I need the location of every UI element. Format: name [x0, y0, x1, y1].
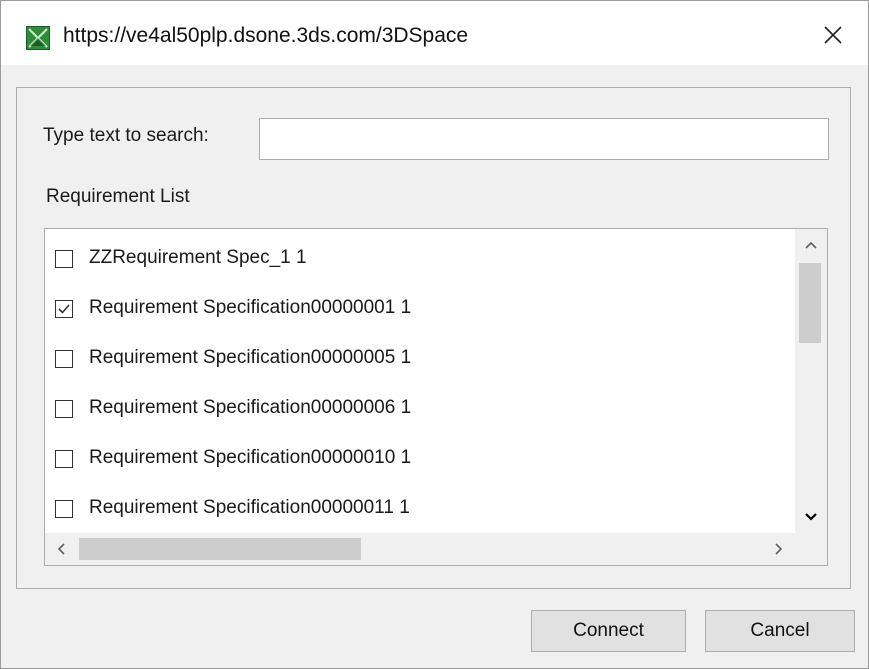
list-item[interactable]: Requirement Specification00000010 1 [45, 434, 795, 484]
search-label: Type text to search: [43, 125, 209, 146]
item-checkbox[interactable] [55, 350, 73, 368]
horizontal-scroll-thumb[interactable] [79, 538, 361, 560]
vertical-scroll-thumb[interactable] [799, 263, 821, 343]
item-label: Requirement Specification00000011 1 [89, 497, 410, 518]
checkmark-icon [58, 304, 70, 314]
requirement-list[interactable]: ZZRequirement Spec_1 1 Requirement Speci… [44, 228, 828, 566]
scroll-corner [795, 533, 827, 565]
list-item[interactable]: Requirement Specification00000001 1 [45, 284, 795, 334]
item-label: ZZRequirement Spec_1 1 [89, 247, 307, 268]
item-checkbox[interactable] [55, 250, 73, 268]
search-input[interactable] [259, 118, 829, 160]
app-logo-icon [26, 26, 50, 50]
connect-button[interactable]: Connect [531, 610, 686, 652]
requirement-list-items: ZZRequirement Spec_1 1 Requirement Speci… [45, 229, 795, 533]
item-label: Requirement Specification00000006 1 [89, 397, 412, 418]
vertical-scrollbar[interactable] [795, 229, 827, 533]
scroll-up-button[interactable] [795, 229, 827, 261]
list-item[interactable]: ZZRequirement Spec_1 1 [45, 234, 795, 284]
item-checkbox[interactable] [55, 400, 73, 418]
chevron-up-icon [805, 241, 817, 249]
window-title: https://ve4al50plp.dsone.3ds.com/3DSpace [63, 24, 469, 47]
item-checkbox[interactable] [55, 450, 73, 468]
scroll-right-button[interactable] [763, 533, 795, 565]
close-button[interactable] [811, 15, 855, 55]
dialog-window: https://ve4al50plp.dsone.3ds.com/3DSpace… [0, 0, 869, 669]
close-icon [824, 26, 842, 44]
title-bar[interactable]: https://ve4al50plp.dsone.3ds.com/3DSpace [1, 1, 868, 65]
horizontal-scrollbar[interactable] [45, 533, 795, 565]
chevron-right-icon [775, 543, 783, 555]
list-item[interactable]: Requirement Specification00000005 1 [45, 334, 795, 384]
item-label: Requirement Specification00000010 1 [89, 447, 412, 468]
chevron-down-icon [805, 513, 817, 521]
item-label: Requirement Specification00000005 1 [89, 347, 412, 368]
list-item[interactable]: Requirement Specification00000011 1 [45, 484, 795, 533]
requirement-list-label: Requirement List [46, 186, 190, 207]
list-item[interactable]: Requirement Specification00000006 1 [45, 384, 795, 434]
item-label: Requirement Specification00000001 1 [89, 297, 412, 318]
item-checkbox[interactable] [55, 500, 73, 518]
cancel-button[interactable]: Cancel [705, 610, 855, 652]
scroll-down-button[interactable] [795, 501, 827, 533]
scroll-left-button[interactable] [45, 533, 77, 565]
item-checkbox[interactable] [55, 300, 73, 318]
content-panel: Type text to search: Requirement List ZZ… [16, 87, 851, 589]
chevron-left-icon [57, 543, 65, 555]
